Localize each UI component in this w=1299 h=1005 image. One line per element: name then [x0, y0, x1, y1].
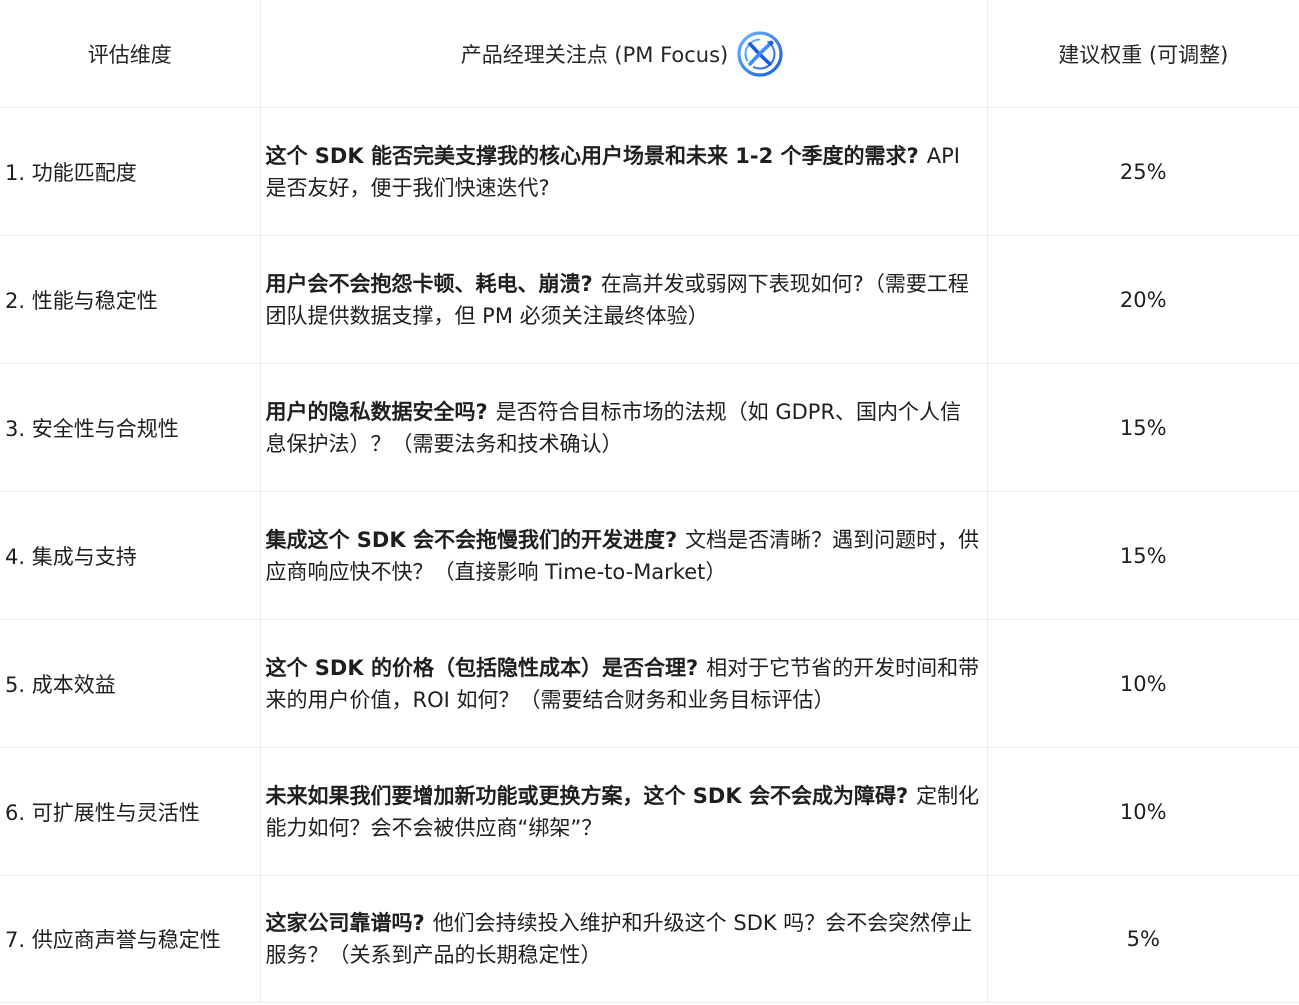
header-focus: 产品经理关注点 (PM Focus) — [259, 0, 988, 108]
weight-cell: 25% — [986, 107, 1299, 236]
table-row: 7. 供应商声誉与稳定性 这家公司靠谱吗? 他们会持续投入维护和升级这个 SDK … — [0, 875, 1299, 1003]
focus-cell: 集成这个 SDK 会不会拖慢我们的开发进度? 文档是否清晰？遇到问题时，供应商响应… — [259, 491, 988, 620]
header-dimension: 评估维度 — [0, 0, 261, 108]
evaluation-table: 评估维度 产品经理关注点 (PM Focus) 建议权重 (可调整) 1. 功能… — [0, 0, 1299, 1003]
focus-question: 用户会不会抱怨卡顿、耗电、崩溃? — [265, 271, 593, 296]
weight-cell: 15% — [986, 491, 1299, 620]
focus-question: 集成这个 SDK 会不会拖慢我们的开发进度? — [265, 527, 678, 552]
table-row: 6. 可扩展性与灵活性 未来如果我们要增加新功能或更换方案，这个 SDK 会不会… — [0, 747, 1299, 876]
dimension-cell: 4. 集成与支持 — [0, 491, 261, 620]
focus-cell: 用户的隐私数据安全吗? 是否符合目标市场的法规（如 GDPR、国内个人信息保护法）… — [259, 363, 988, 492]
weight-cell: 10% — [986, 747, 1299, 876]
table-row: 4. 集成与支持 集成这个 SDK 会不会拖慢我们的开发进度? 文档是否清晰？遇到… — [0, 491, 1299, 620]
focus-cell: 这家公司靠谱吗? 他们会持续投入维护和升级这个 SDK 吗？会不会突然停止服务？（… — [259, 875, 988, 1003]
table-row: 5. 成本效益 这个 SDK 的价格（包括隐性成本）是否合理? 相对于它节省的开发… — [0, 619, 1299, 748]
focus-cell: 这个 SDK 的价格（包括隐性成本）是否合理? 相对于它节省的开发时间和带来的用户… — [259, 619, 988, 748]
weight-cell: 10% — [986, 619, 1299, 748]
dimension-cell: 7. 供应商声誉与稳定性 — [0, 875, 261, 1003]
dimension-cell: 6. 可扩展性与灵活性 — [0, 747, 261, 876]
table-row: 3. 安全性与合规性 用户的隐私数据安全吗? 是否符合目标市场的法规（如 GDPR… — [0, 363, 1299, 492]
header-focus-label: 产品经理关注点 (PM Focus) — [460, 42, 729, 67]
weight-cell: 5% — [986, 875, 1299, 1003]
focus-question: 这个 SDK 能否完美支撑我的核心用户场景和未来 1-2 个季度的需求? — [265, 143, 919, 168]
table-row: 2. 性能与稳定性 用户会不会抱怨卡顿、耗电、崩溃? 在高并发或弱网下表现如何?（… — [0, 235, 1299, 364]
dimension-cell: 1. 功能匹配度 — [0, 107, 261, 236]
x-swirl-logo-icon — [734, 28, 786, 80]
table-header-row: 评估维度 产品经理关注点 (PM Focus) 建议权重 (可调整) — [0, 0, 1299, 108]
focus-question: 这家公司靠谱吗? — [265, 911, 425, 935]
focus-question: 这个 SDK 的价格（包括隐性成本）是否合理? — [265, 655, 699, 680]
focus-cell: 这个 SDK 能否完美支撑我的核心用户场景和未来 1-2 个季度的需求? API … — [259, 107, 988, 236]
header-weight: 建议权重 (可调整) — [986, 0, 1299, 108]
focus-question: 未来如果我们要增加新功能或更换方案，这个 SDK 会不会成为障碍? — [265, 783, 909, 808]
focus-cell: 未来如果我们要增加新功能或更换方案，这个 SDK 会不会成为障碍? 定制化能力如何… — [259, 747, 988, 876]
focus-cell: 用户会不会抱怨卡顿、耗电、崩溃? 在高并发或弱网下表现如何?（需要工程团队提供数据… — [259, 235, 988, 364]
dimension-cell: 2. 性能与稳定性 — [0, 235, 261, 364]
dimension-cell: 3. 安全性与合规性 — [0, 363, 261, 492]
dimension-cell: 5. 成本效益 — [0, 619, 261, 748]
weight-cell: 20% — [986, 235, 1299, 364]
focus-question: 用户的隐私数据安全吗? — [265, 399, 488, 424]
weight-cell: 15% — [986, 363, 1299, 492]
table-row: 1. 功能匹配度 这个 SDK 能否完美支撑我的核心用户场景和未来 1-2 个季… — [0, 107, 1299, 236]
